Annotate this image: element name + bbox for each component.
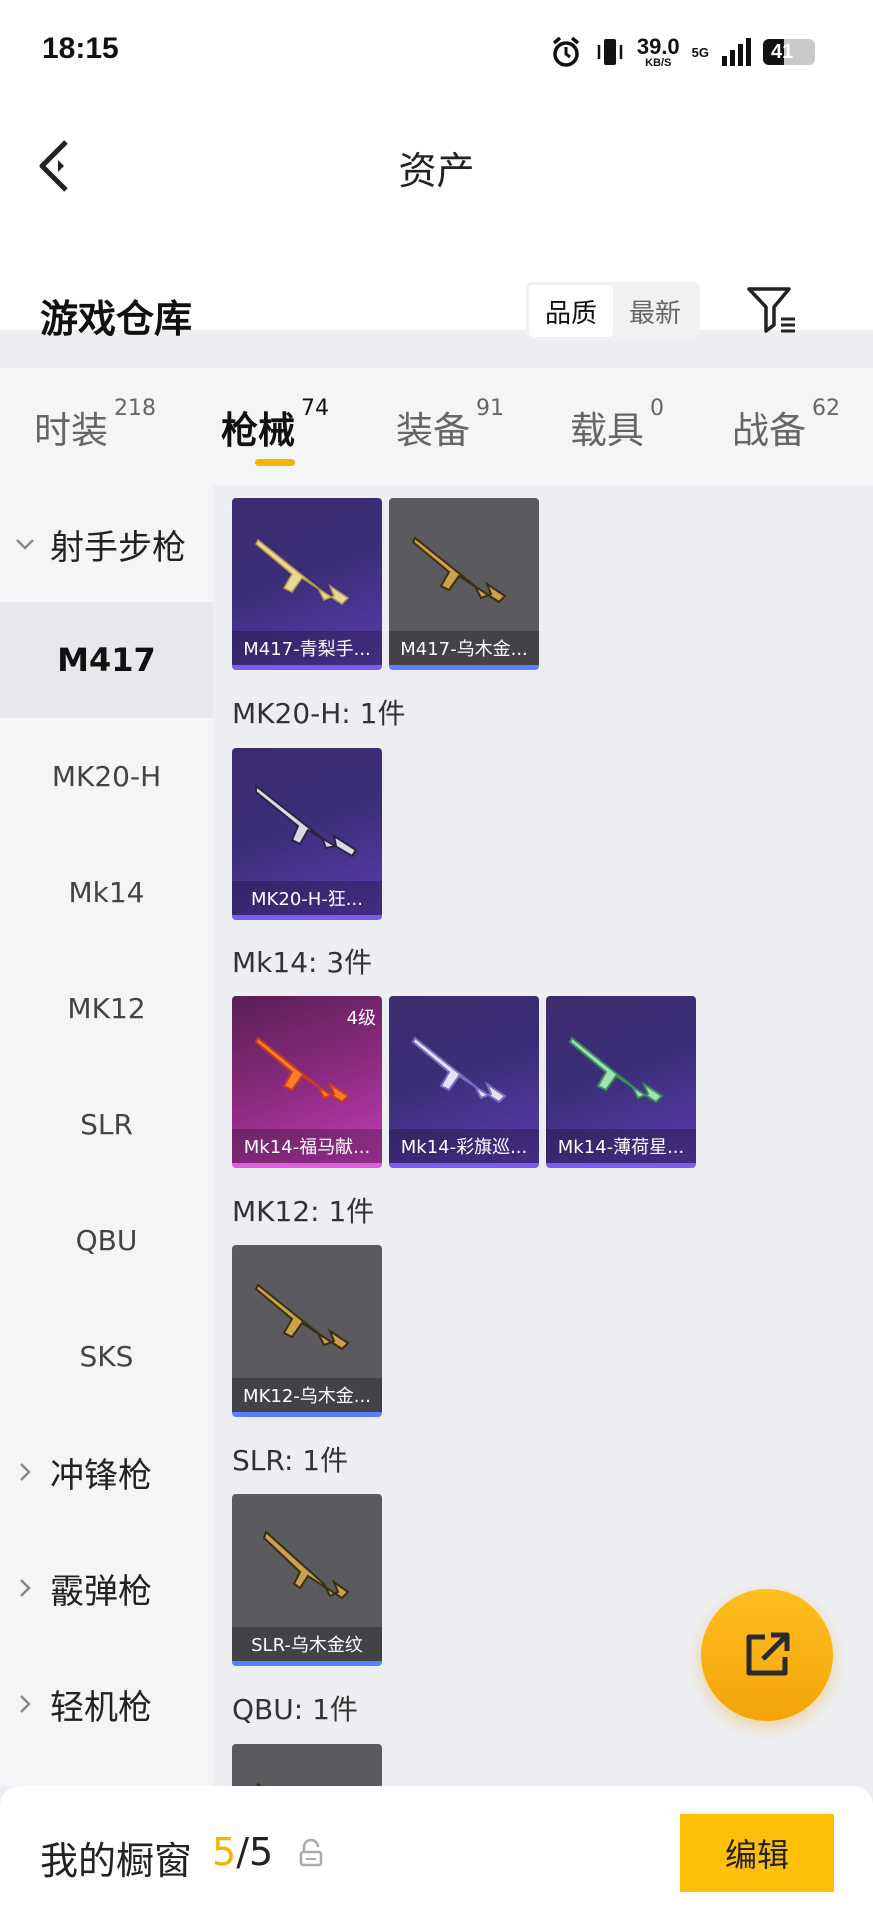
sidebar-group-marksman[interactable]: 射手步枪 <box>0 486 213 602</box>
item-card[interactable]: 4级 Mk14-福马献... <box>232 996 382 1168</box>
item-name: M417-青梨手... <box>232 631 382 665</box>
share-icon <box>746 1632 790 1676</box>
tab-equipment[interactable]: 装备91 <box>396 396 504 454</box>
item-card[interactable]: M417-青梨手... <box>232 498 382 670</box>
rifle-icon <box>254 1036 350 1104</box>
group-label-slr: SLR: 1件 <box>232 1444 349 1477</box>
sidebar-item-sks[interactable]: SKS <box>0 1298 213 1414</box>
rifle-icon <box>411 536 507 604</box>
sort-newest-button[interactable]: 最新 <box>613 285 697 337</box>
chevron-right-icon <box>0 1679 50 1729</box>
sidebar-group-label: 轻机枪 <box>50 1687 152 1728</box>
item-name: MK12-乌木金... <box>232 1378 382 1412</box>
sidebar-item-slr[interactable]: SLR <box>0 1066 213 1182</box>
item-name: M417-乌木金... <box>389 631 539 665</box>
item-card[interactable]: SLR-乌木金纹 <box>232 1494 382 1666</box>
status-bar: 18:15 39.0 KB/S 5G 41 <box>0 0 873 100</box>
rifle-icon <box>411 1036 507 1104</box>
showcase-label: 我的橱窗 <box>40 1839 193 1883</box>
group-label-mk20h: MK20-H: 1件 <box>232 697 406 730</box>
rifle-icon <box>255 1782 263 1786</box>
item-name: SLR-乌木金纹 <box>232 1627 382 1661</box>
edit-button[interactable]: 编辑 <box>680 1814 834 1892</box>
net-speed: 39.0 KB/S <box>636 33 680 69</box>
chevron-right-icon <box>0 1563 50 1613</box>
item-name: Mk14-彩旗巡... <box>389 1129 539 1163</box>
page-title: 资产 <box>398 149 475 193</box>
sidebar-item-m417[interactable]: M417 <box>0 602 213 718</box>
group-label-mk14: Mk14: 3件 <box>232 946 373 979</box>
item-card[interactable] <box>232 1744 382 1786</box>
share-button[interactable] <box>701 1589 833 1721</box>
active-tab-indicator <box>255 459 295 466</box>
rifle-icon <box>254 1283 350 1351</box>
group-label-mk12: MK12: 1件 <box>232 1195 375 1228</box>
item-name: MK20-H-狂... <box>232 881 382 915</box>
category-tabs: 时装218 枪械74 装备91 载具0 战备62 <box>0 368 873 486</box>
tab-supplies[interactable]: 战备62 <box>732 396 840 454</box>
showcase-count: 5/5 <box>212 1830 274 1874</box>
rifle-icon <box>262 1530 350 1600</box>
warehouse-title: 游戏仓库 <box>40 297 193 341</box>
sidebar-group-label: 霰弹枪 <box>50 1571 152 1612</box>
chevron-right-icon <box>0 1447 50 1497</box>
group-label-qbu: QBU: 1件 <box>232 1693 358 1726</box>
item-card[interactable]: Mk14-彩旗巡... <box>389 996 539 1168</box>
sidebar-group-label: 射手步枪 <box>50 527 186 568</box>
sidebar: 射手步枪 M417 MK20-H Mk14 MK12 SLR QBU SKS 冲… <box>0 486 213 1786</box>
sidebar-group-shotgun[interactable]: 霰弹枪 <box>0 1530 213 1646</box>
chevron-down-icon <box>0 519 50 569</box>
item-name: Mk14-薄荷星... <box>546 1129 696 1163</box>
sidebar-item-mk14[interactable]: Mk14 <box>0 834 213 950</box>
tab-guns[interactable]: 枪械74 <box>221 396 329 454</box>
status-icons: 39.0 KB/S 5G 41 <box>549 30 815 74</box>
filter-icon[interactable] <box>745 285 797 335</box>
sidebar-group-smg[interactable]: 冲锋枪 <box>0 1414 213 1530</box>
alarm-icon <box>552 36 579 67</box>
rifle-icon <box>568 1036 664 1104</box>
battery-icon: 41 <box>763 39 815 65</box>
item-card[interactable]: M417-乌木金... <box>389 498 539 670</box>
lock-icon <box>299 1838 323 1867</box>
sort-toggle: 品质 最新 <box>526 282 700 340</box>
sort-quality-button[interactable]: 品质 <box>529 285 613 337</box>
tab-fashion[interactable]: 时装218 <box>34 396 156 454</box>
rifle-icon <box>255 538 350 605</box>
signal-icon <box>722 38 751 66</box>
sidebar-item-qbu[interactable]: QBU <box>0 1182 213 1298</box>
vibrate-icon <box>597 39 623 65</box>
item-name: Mk14-福马献... <box>232 1129 382 1163</box>
sidebar-item-mk20h[interactable]: MK20-H <box>0 718 213 834</box>
sidebar-group-label: 冲锋枪 <box>50 1455 152 1496</box>
network-type: 5G <box>691 44 709 60</box>
tab-vehicles[interactable]: 载具0 <box>570 396 664 454</box>
item-card[interactable]: Mk14-薄荷星... <box>546 996 696 1168</box>
item-card[interactable]: MK20-H-狂... <box>232 748 382 920</box>
rifle-icon <box>255 783 358 858</box>
item-card[interactable]: MK12-乌木金... <box>232 1245 382 1417</box>
sidebar-item-mk12[interactable]: MK12 <box>0 950 213 1066</box>
sidebar-group-lmg[interactable]: 轻机枪 <box>0 1646 213 1762</box>
status-time: 18:15 <box>42 32 119 65</box>
